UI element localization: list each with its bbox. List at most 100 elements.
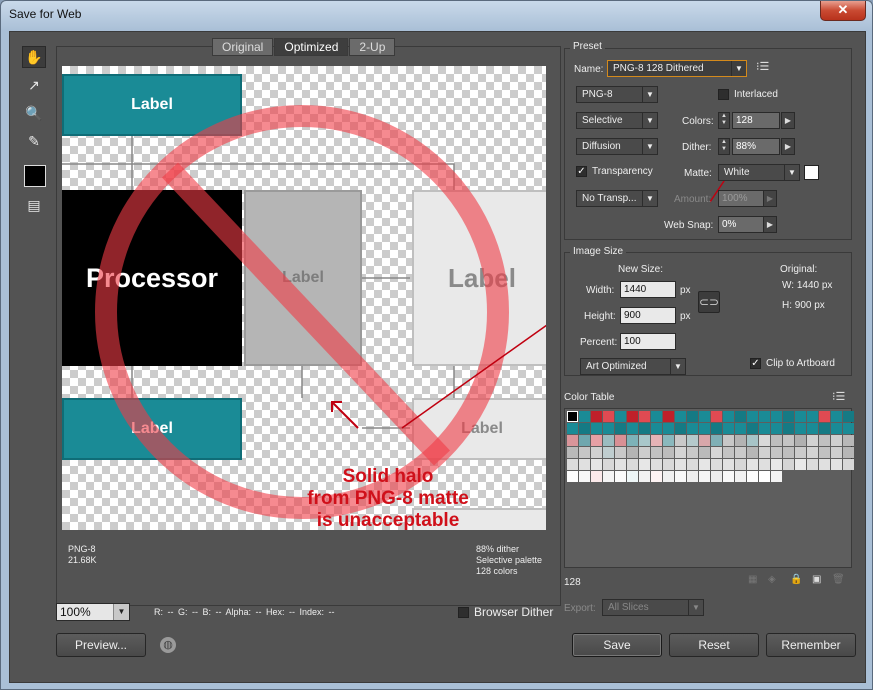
color-table-swatch[interactable] <box>567 411 578 422</box>
color-reduction-select[interactable]: Selective ▼ <box>576 112 658 129</box>
format-select[interactable]: PNG-8 ▼ <box>576 86 658 103</box>
colors-spinner-icon[interactable]: ▲ ▼ <box>718 112 730 129</box>
color-table-swatch[interactable] <box>759 411 770 422</box>
colors-dropdown-arrow-icon[interactable]: ▶ <box>781 112 795 129</box>
color-table-swatch[interactable] <box>843 411 854 422</box>
color-table-swatch[interactable] <box>735 471 746 482</box>
color-table-swatch[interactable] <box>747 435 758 446</box>
color-table-swatch[interactable] <box>615 447 626 458</box>
color-table-swatch[interactable] <box>747 447 758 458</box>
reset-button[interactable]: Reset <box>669 633 759 657</box>
optimized-preview-canvas[interactable]: Label Processor Label Label Label Label <box>62 66 546 530</box>
color-table-swatch[interactable] <box>687 447 698 458</box>
web-shift-icon[interactable]: ◈ <box>768 574 776 585</box>
preset-name-select[interactable]: PNG-8 128 Dithered ▼ <box>607 60 747 77</box>
color-table-swatch[interactable] <box>759 435 770 446</box>
interlaced-checkbox[interactable] <box>718 89 729 100</box>
color-table-swatch[interactable] <box>747 459 758 470</box>
color-table-swatch[interactable] <box>603 435 614 446</box>
color-table-swatch[interactable] <box>675 459 686 470</box>
remember-button[interactable]: Remember <box>766 633 856 657</box>
color-table-swatch[interactable] <box>831 435 842 446</box>
color-table-swatch[interactable] <box>663 411 674 422</box>
color-table-swatch[interactable] <box>579 459 590 470</box>
color-table-swatch[interactable] <box>567 435 578 446</box>
color-table-swatch[interactable] <box>735 435 746 446</box>
color-table-swatch[interactable] <box>639 471 650 482</box>
web-snap-dropdown-arrow-icon[interactable]: ▶ <box>763 216 777 233</box>
color-table-swatch[interactable] <box>807 411 818 422</box>
color-table-swatch[interactable] <box>615 459 626 470</box>
color-table-swatch[interactable] <box>567 471 578 482</box>
browser-dither-checkbox[interactable] <box>458 606 469 618</box>
colors-field[interactable]: 128 <box>732 112 780 129</box>
zoom-tool-icon[interactable]: 🔍 <box>22 102 46 124</box>
color-table-swatch[interactable] <box>747 471 758 482</box>
map-transparent-icon[interactable]: ▦ <box>748 574 757 585</box>
color-table-swatch[interactable] <box>699 471 710 482</box>
color-table-swatch[interactable] <box>651 447 662 458</box>
color-table-swatch[interactable] <box>771 459 782 470</box>
web-snap-field[interactable]: 0% <box>718 216 766 233</box>
color-table-swatch[interactable] <box>627 459 638 470</box>
color-table-swatch[interactable] <box>795 447 806 458</box>
color-table-swatch[interactable] <box>771 447 782 458</box>
eyedropper-tool-icon[interactable]: ✎ <box>22 130 46 152</box>
dither-dropdown-arrow-icon[interactable]: ▶ <box>781 138 795 155</box>
color-table-swatch[interactable] <box>699 447 710 458</box>
color-table-swatch[interactable] <box>819 411 830 422</box>
color-table-swatch[interactable] <box>735 423 746 434</box>
color-table-swatch[interactable] <box>591 423 602 434</box>
color-table-swatch[interactable] <box>615 471 626 482</box>
dither-algorithm-select[interactable]: Diffusion ▼ <box>576 138 658 155</box>
color-table-swatch[interactable] <box>579 471 590 482</box>
color-table-menu-icon[interactable]: ⁝☰ <box>832 390 845 403</box>
color-table-swatch[interactable] <box>771 471 782 482</box>
color-table-swatch[interactable] <box>723 411 734 422</box>
color-table-swatch[interactable] <box>807 459 818 470</box>
color-table-swatch[interactable] <box>615 435 626 446</box>
color-table-swatch[interactable] <box>711 447 722 458</box>
color-table-swatch[interactable] <box>591 459 602 470</box>
color-table-swatch[interactable] <box>687 423 698 434</box>
color-table-swatch[interactable] <box>747 423 758 434</box>
color-table-swatch[interactable] <box>663 471 674 482</box>
color-table-swatch[interactable] <box>795 411 806 422</box>
color-table-swatch[interactable] <box>627 435 638 446</box>
preset-menu-icon[interactable]: ⁝☰ <box>756 60 769 73</box>
matte-select[interactable]: White ▼ <box>718 164 800 181</box>
tab-original[interactable]: Original <box>212 38 274 56</box>
color-table-swatch[interactable] <box>771 423 782 434</box>
color-table-swatch[interactable] <box>831 411 842 422</box>
color-table-swatch[interactable] <box>807 423 818 434</box>
transparency-dither-select[interactable]: No Transp... ▼ <box>576 190 658 207</box>
add-color-icon[interactable]: ▣ <box>812 574 821 585</box>
color-table-swatch[interactable] <box>567 447 578 458</box>
color-table-swatch[interactable] <box>735 447 746 458</box>
browser-preview-globe-icon[interactable]: ◍ <box>160 637 176 653</box>
color-table-swatch[interactable] <box>723 435 734 446</box>
color-table-swatch[interactable] <box>627 411 638 422</box>
color-table-swatch[interactable] <box>711 459 722 470</box>
color-table-swatch[interactable] <box>627 447 638 458</box>
color-table-swatch[interactable] <box>663 447 674 458</box>
transparency-checkbox[interactable]: ✓ <box>576 166 587 177</box>
color-table-swatch[interactable] <box>807 435 818 446</box>
color-table-swatch[interactable] <box>663 459 674 470</box>
color-table-swatch[interactable] <box>687 471 698 482</box>
color-table-swatch[interactable] <box>759 459 770 470</box>
color-table-swatch[interactable] <box>567 423 578 434</box>
color-table-swatch[interactable] <box>591 471 602 482</box>
color-table-swatch[interactable] <box>783 459 794 470</box>
color-table-swatch[interactable] <box>603 411 614 422</box>
matte-color-swatch[interactable] <box>804 165 819 180</box>
color-table-swatch[interactable] <box>651 471 662 482</box>
delete-color-icon[interactable]: 🗑 <box>832 574 845 585</box>
eyedropper-color-swatch[interactable] <box>24 165 46 187</box>
color-table-swatch[interactable] <box>819 435 830 446</box>
color-table-swatch[interactable] <box>591 411 602 422</box>
color-table-swatch[interactable] <box>579 411 590 422</box>
color-table-swatch[interactable] <box>567 459 578 470</box>
color-table-swatch[interactable] <box>759 471 770 482</box>
color-table-swatch[interactable] <box>591 447 602 458</box>
